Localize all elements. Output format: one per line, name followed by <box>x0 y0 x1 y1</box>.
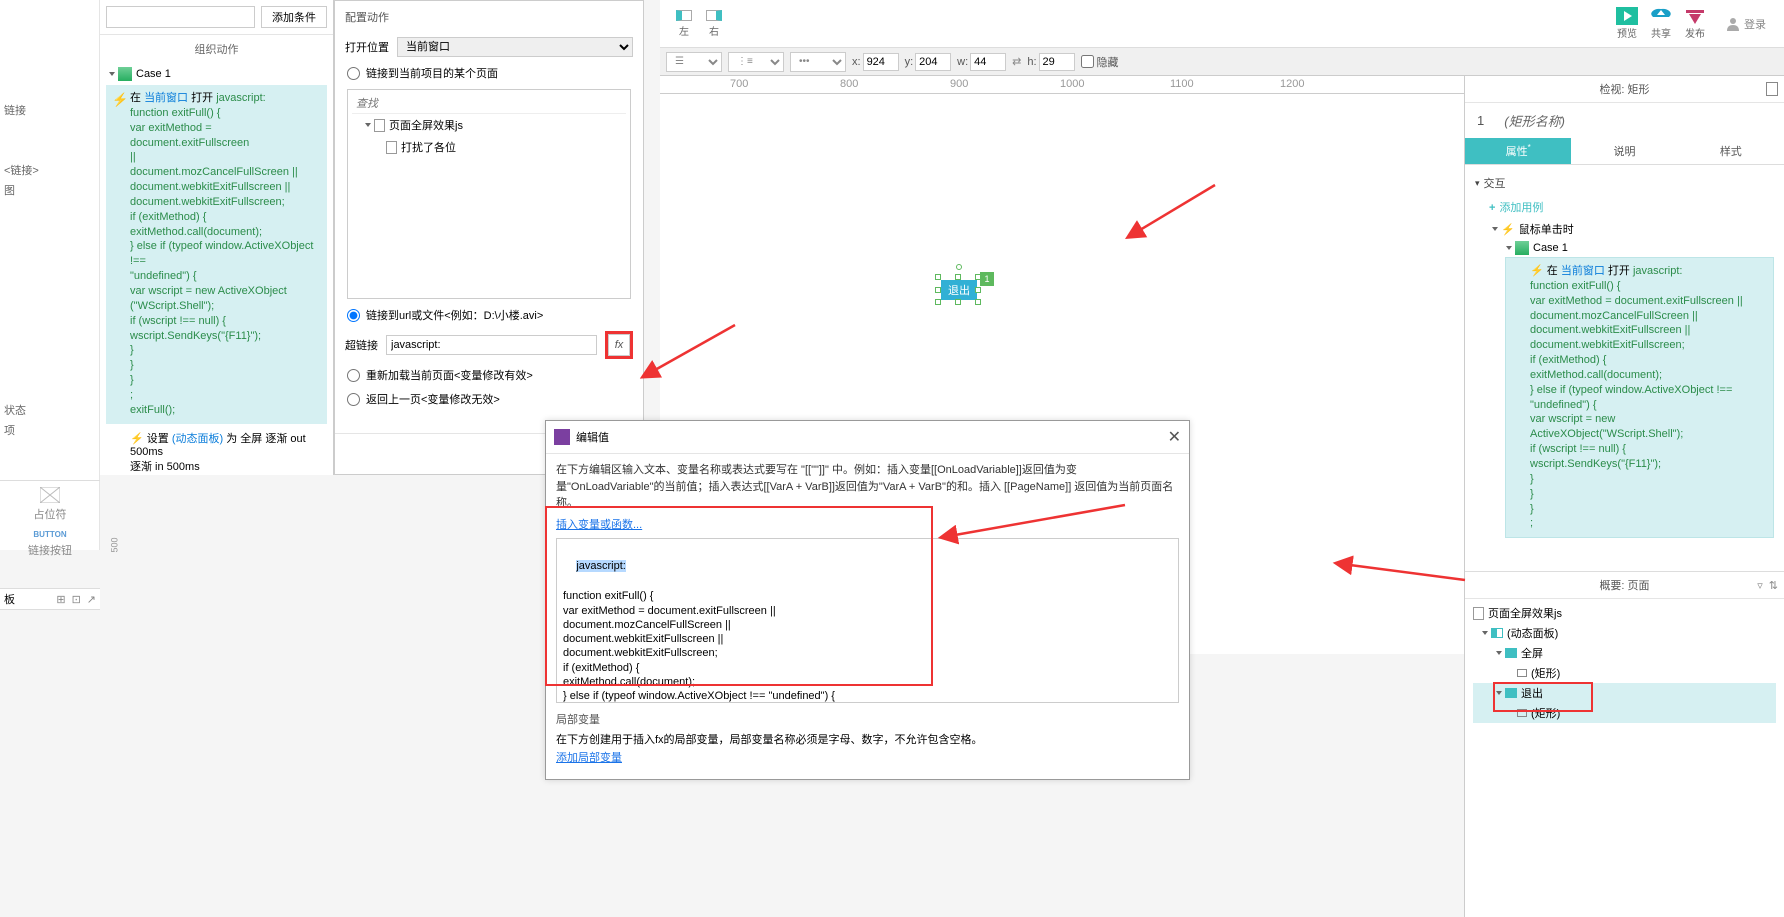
radio-link-to-url[interactable]: 链接到url或文件<例如：D:\小楼.avi> <box>335 303 643 327</box>
event-onclick[interactable]: ⚡ 鼠标单击时 <box>1475 219 1774 239</box>
outline-shape-2[interactable]: (矩形) <box>1473 703 1776 723</box>
fx-button[interactable]: fx <box>608 334 630 356</box>
shape-icon <box>1517 709 1527 717</box>
organize-actions-dialog: 添加条件 组织动作 Case 1 ⚡ 在 当前窗口 打开 javascript:… <box>100 0 334 475</box>
format-toolbar: ☰ ⋮≡ ••• x: y: w: ⇄ h: 隐藏 <box>660 48 1784 76</box>
hidden-checkbox[interactable]: 隐藏 <box>1081 54 1119 70</box>
selection-count-badge: 1 <box>980 272 994 286</box>
y-coord: y: <box>905 53 952 71</box>
interactions-section-header[interactable]: ▾交互 <box>1475 171 1774 195</box>
filter-icon[interactable]: ▿ <box>1757 579 1763 592</box>
open-in-label: 打开位置 <box>345 39 389 55</box>
hyperlink-input[interactable] <box>386 335 597 355</box>
x-coord: x: <box>852 53 899 71</box>
page-icon <box>386 141 397 154</box>
inspector-title: 检视: 矩形 <box>1465 76 1784 103</box>
outline-fullscreen-state[interactable]: 全屏 <box>1473 643 1776 663</box>
outline-page-node[interactable]: 页面全屏效果js <box>1473 603 1776 623</box>
left-sidebar-tree: 链接 <链接> 图 状态 项 <box>0 0 100 550</box>
login-button[interactable]: 登录 <box>1718 7 1774 40</box>
align-right-button[interactable]: 右 <box>700 10 728 38</box>
style-select-2[interactable]: ⋮≡ <box>728 52 784 72</box>
action-search-input[interactable] <box>106 6 255 28</box>
placeholder-widget[interactable]: 占位符 <box>34 487 67 522</box>
config-title: 配置动作 <box>335 1 643 33</box>
dynamic-panel-icon <box>1491 628 1503 638</box>
horizontal-ruler: 600 700 800 900 1000 1100 1200 <box>660 76 1546 94</box>
page-tree[interactable]: 页面全屏效果js 打扰了各位 <box>347 89 631 299</box>
add-folder-icon[interactable]: ⊡ <box>72 593 81 606</box>
folder-icon <box>1505 688 1517 698</box>
tree-search-input[interactable] <box>352 94 626 114</box>
publish-button[interactable]: 发布 <box>1684 7 1706 40</box>
local-var-title: 局部变量 <box>556 711 1179 727</box>
open-in-select[interactable]: 当前窗口 <box>397 37 633 57</box>
w-coord: w: <box>957 53 1006 71</box>
w-input[interactable] <box>970 53 1006 71</box>
case-header[interactable]: Case 1 <box>106 63 327 85</box>
dialog-icon <box>554 429 570 445</box>
bolt-icon: ⚡ <box>112 91 128 109</box>
add-condition-button[interactable]: 添加条件 <box>261 6 327 28</box>
dialog-description: 在下方编辑区输入文本、变量名称或表达式要写在 "[[""]]" 中。例如：插入变… <box>546 454 1189 514</box>
tab-style[interactable]: 样式 <box>1678 138 1784 164</box>
folder-icon <box>1505 648 1517 658</box>
edit-value-dialog: 编辑值 ✕ 在下方编辑区输入文本、变量名称或表达式要写在 "[[""]]" 中。… <box>545 420 1190 780</box>
y-input[interactable] <box>915 53 951 71</box>
panel-strip: 板 ⊞ ⊡ ↗ <box>0 588 100 610</box>
style-select-3[interactable]: ••• <box>790 52 846 72</box>
outline-dynpanel-node[interactable]: (动态面板) <box>1473 623 1776 643</box>
lock-icon[interactable]: ⇄ <box>1012 55 1021 68</box>
sort-icon[interactable]: ⇅ <box>1769 579 1778 592</box>
page-icon <box>1473 607 1484 620</box>
case-action-body[interactable]: ⚡ 在 当前窗口 打开 javascript: function exitFul… <box>106 85 327 424</box>
set-action[interactable]: ⚡ 设置 (动态面板) 为 全屏 逐渐 out 500ms 逐渐 in 500m… <box>106 424 327 480</box>
preview-button[interactable]: 预览 <box>1616 7 1638 40</box>
local-var-desc: 在下方创建用于插入fx的局部变量，局部变量名称必须是字母、数字，不允许包含空格。 <box>556 731 1179 747</box>
h-coord: h: <box>1027 53 1074 71</box>
close-icon[interactable]: ✕ <box>1168 427 1181 447</box>
doc-icon[interactable] <box>1766 82 1778 96</box>
case-action-body-right[interactable]: ⚡ 在 当前窗口 打开 javascript: function exitFul… <box>1505 257 1774 538</box>
value-textarea[interactable]: javascript: function exitFull() {var exi… <box>556 538 1179 703</box>
add-page-icon[interactable]: ⊞ <box>56 593 65 606</box>
add-case-link[interactable]: 添加用例 <box>1475 195 1774 219</box>
configure-action-dialog: 配置动作 打开位置 当前窗口 链接到当前项目的某个页面 页面全屏效果js 打扰了… <box>334 0 644 475</box>
top-toolbar: 左 右 预览 共享 发布 登录 <box>660 0 1784 48</box>
button-widget[interactable]: BUTTON 链接按钮 <box>28 530 72 558</box>
share-button[interactable]: 共享 <box>1650 7 1672 40</box>
bolt-icon: ⚡ <box>1530 265 1544 277</box>
page-icon <box>374 119 385 132</box>
exit-shape[interactable]: 退出 <box>941 280 977 300</box>
shape-name-input[interactable]: (矩形名称) <box>1492 103 1577 138</box>
section-title: 组织动作 <box>100 35 333 63</box>
case-icon <box>118 67 132 81</box>
radio-back[interactable]: 返回上一页<变量修改无效> <box>335 387 643 411</box>
shape-icon <box>1517 669 1527 677</box>
inspector-panel: 检视: 矩形 1 (矩形名称) 属性* 说明 样式 ▾交互 添加用例 ⚡ 鼠标单… <box>1464 76 1784 917</box>
expand-icon[interactable]: ↗ <box>87 593 96 606</box>
vertical-ruler-tick: 500 <box>110 537 120 552</box>
hyperlink-label: 超链接 <box>345 337 378 353</box>
radio-link-to-page[interactable]: 链接到当前项目的某个页面 <box>335 61 643 85</box>
radio-reload[interactable]: 重新加载当前页面<变量修改有效> <box>335 363 643 387</box>
tab-notes[interactable]: 说明 <box>1571 138 1677 164</box>
style-select-1[interactable]: ☰ <box>666 52 722 72</box>
tab-properties[interactable]: 属性* <box>1465 138 1571 164</box>
outline-title: 概要: 页面 ▿ ⇅ <box>1465 572 1784 599</box>
case-node[interactable]: Case 1 <box>1475 239 1774 257</box>
add-local-var-link[interactable]: 添加局部变量 <box>556 747 1179 771</box>
align-left-button[interactable]: 左 <box>670 10 698 38</box>
bolt-icon: ⚡ <box>130 433 144 445</box>
dialog-title: 编辑值 <box>576 429 609 445</box>
case-icon <box>1515 241 1529 255</box>
x-input[interactable] <box>863 53 899 71</box>
outline-shape-1[interactable]: (矩形) <box>1473 663 1776 683</box>
h-input[interactable] <box>1039 53 1075 71</box>
bolt-icon: ⚡ <box>1501 223 1515 236</box>
outline-exit-state[interactable]: 退出 <box>1473 683 1776 703</box>
insert-var-link[interactable]: 插入变量或函数... <box>546 514 1189 538</box>
